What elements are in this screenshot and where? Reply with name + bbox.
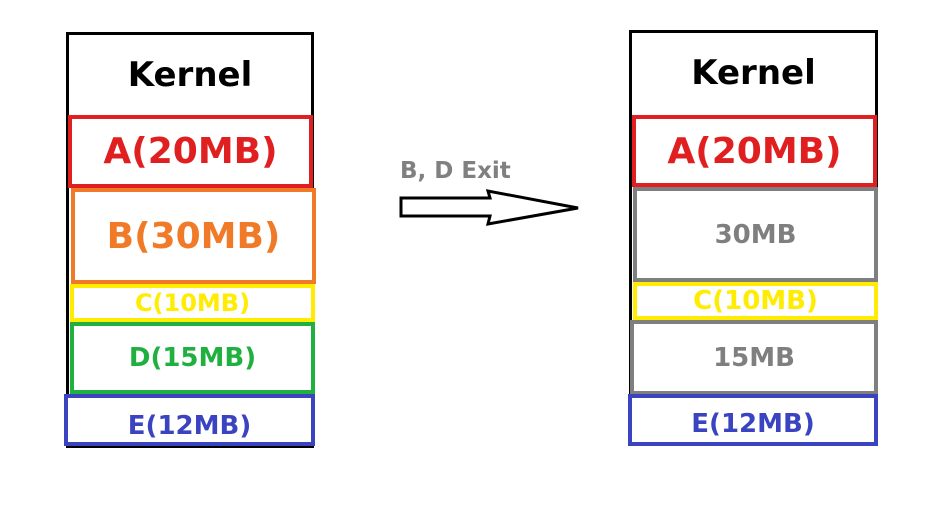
process-c-label-before: C(10MB) bbox=[134, 289, 251, 317]
process-a-before: A(20MB) bbox=[68, 115, 313, 188]
process-b-label-before: B(30MB) bbox=[106, 215, 281, 257]
kernel-block-after: Kernel bbox=[632, 33, 875, 113]
process-c-after: C(10MB) bbox=[633, 282, 878, 320]
free-hole-30mb-label: 30MB bbox=[714, 219, 797, 250]
process-d-before: D(15MB) bbox=[70, 322, 315, 394]
process-e-label-after: E(12MB) bbox=[691, 409, 815, 439]
right-arrow-icon bbox=[399, 189, 579, 226]
process-a-label-before: A(20MB) bbox=[103, 131, 278, 172]
kernel-block-before: Kernel bbox=[69, 35, 311, 115]
process-a-after: A(20MB) bbox=[632, 115, 877, 187]
process-c-before: C(10MB) bbox=[70, 284, 315, 322]
process-e-after: E(12MB) bbox=[628, 394, 878, 446]
kernel-label-after: Kernel bbox=[691, 53, 816, 93]
arrow-label: B, D Exit bbox=[400, 158, 511, 184]
process-a-label-after: A(20MB) bbox=[667, 130, 842, 172]
process-e-label-before: E(12MB) bbox=[127, 411, 252, 441]
free-hole-15mb: 15MB bbox=[630, 320, 878, 395]
kernel-label-before: Kernel bbox=[127, 55, 253, 95]
free-hole-30mb: 30MB bbox=[633, 187, 878, 282]
process-d-label-before: D(15MB) bbox=[128, 343, 257, 373]
process-b-before: B(30MB) bbox=[71, 188, 316, 284]
free-hole-15mb-label: 15MB bbox=[713, 342, 795, 373]
process-c-label-after: C(10MB) bbox=[693, 286, 818, 316]
process-e-before: E(12MB) bbox=[64, 394, 315, 446]
